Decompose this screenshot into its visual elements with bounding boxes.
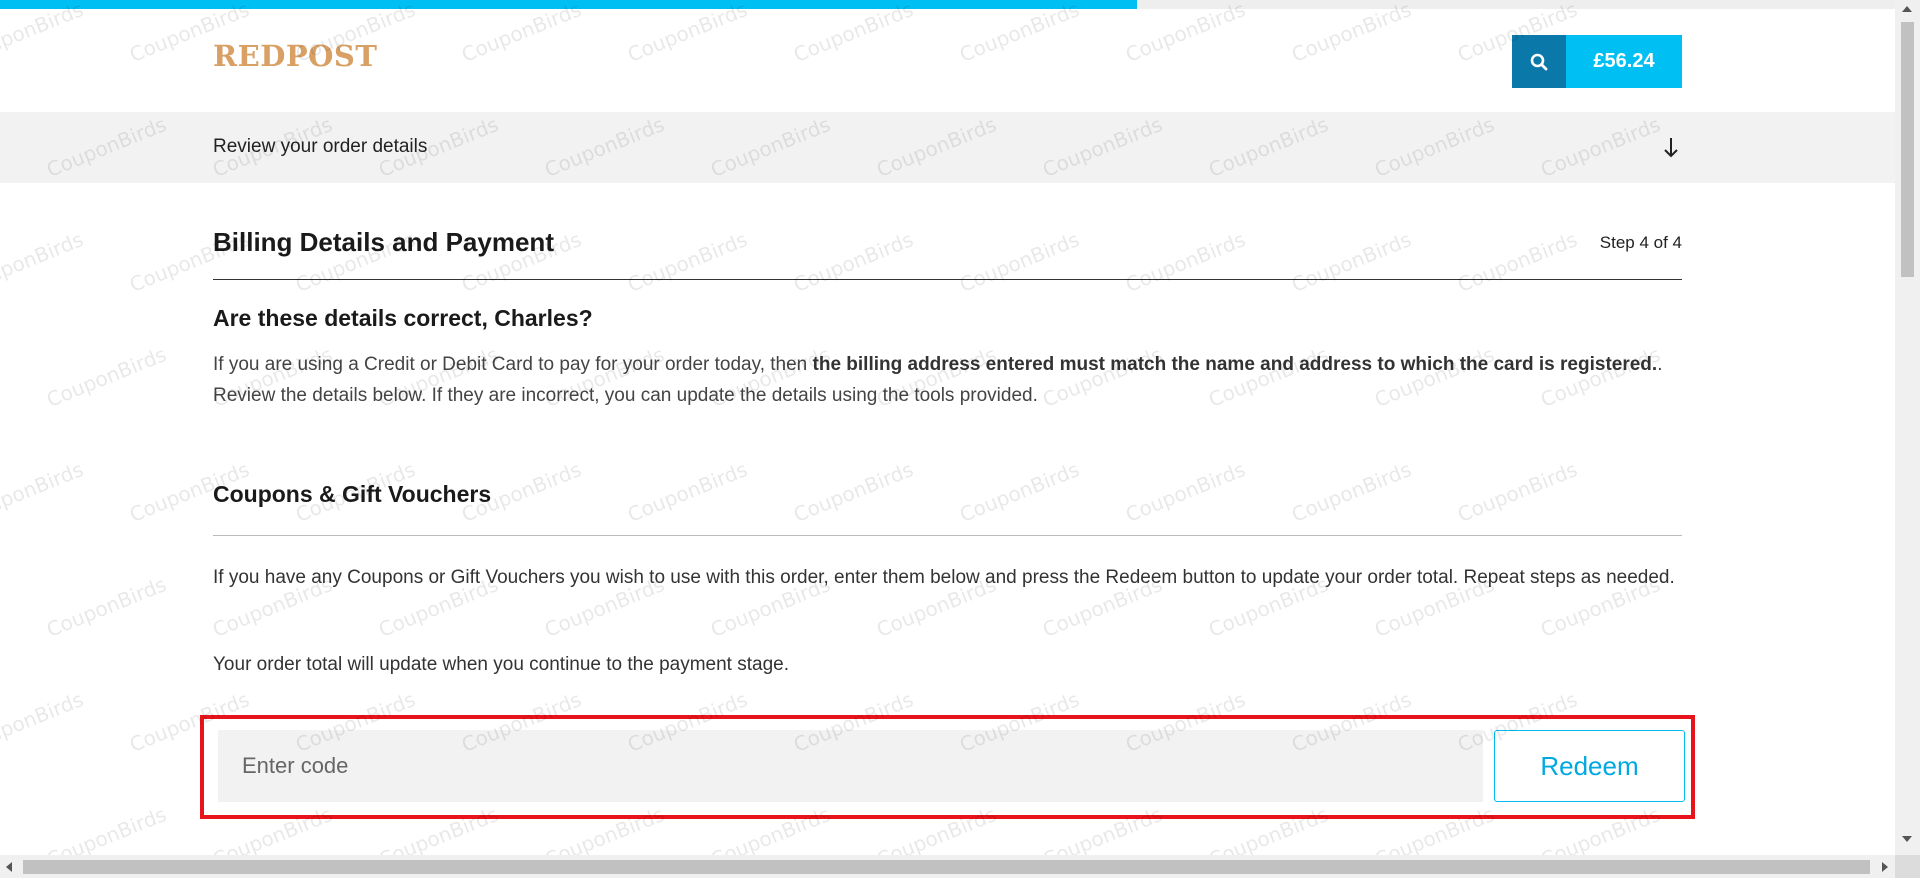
billing-instructions-prefix: If you are using a Credit or Debit Card …: [213, 354, 813, 375]
scroll-right-arrow-icon[interactable]: [1882, 862, 1888, 872]
cart-total-button[interactable]: £56.24: [1566, 35, 1682, 88]
billing-title: Billing Details and Payment: [213, 227, 554, 257]
coupons-title: Coupons & Gift Vouchers: [213, 481, 492, 507]
scroll-down-arrow-icon[interactable]: [1902, 836, 1912, 842]
progress-track: [0, 0, 1895, 9]
horizontal-scrollbar[interactable]: [0, 855, 1895, 878]
scroll-left-arrow-icon[interactable]: [6, 862, 12, 872]
order-total-note: Your order total will update when you co…: [213, 654, 790, 675]
coupon-code-input[interactable]: [218, 730, 1483, 802]
step-indicator: Step 4 of 4: [1599, 233, 1682, 252]
watermark-text: CouponBirds: [43, 572, 170, 642]
horizontal-scroll-thumb[interactable]: [23, 860, 1870, 874]
coupon-redeem-form: Redeem: [200, 715, 1695, 819]
watermark-text: CouponBirds: [43, 342, 170, 412]
redeem-button[interactable]: Redeem: [1494, 730, 1685, 802]
review-order-label: Review your order details: [213, 136, 428, 157]
vertical-scroll-thumb[interactable]: [1901, 22, 1914, 277]
search-button[interactable]: [1512, 35, 1566, 88]
watermark-text: CouponBirds: [0, 687, 87, 757]
coupons-section-header: Coupons & Gift Vouchers: [213, 481, 1682, 536]
watermark-text: CouponBirds: [0, 227, 87, 297]
billing-instructions: If you are using a Credit or Debit Card …: [213, 349, 1682, 411]
scrollbar-corner: [1895, 855, 1920, 878]
billing-instructions-bold: the billing address entered must match t…: [812, 354, 1658, 375]
site-header: REDPOST £56.24: [0, 9, 1895, 112]
watermark-text: CouponBirds: [0, 457, 87, 527]
search-icon: [1530, 53, 1548, 70]
billing-section-header: Billing Details and Payment Step 4 of 4: [213, 227, 1682, 280]
details-question: Are these details correct, Charles?: [213, 305, 593, 331]
arrow-down-icon[interactable]: [1658, 131, 1684, 161]
review-order-bar[interactable]: Review your order details: [0, 112, 1895, 183]
scroll-up-arrow-icon[interactable]: [1902, 6, 1912, 12]
coupons-instructions: If you have any Coupons or Gift Vouchers…: [213, 567, 1675, 588]
progress-fill: [0, 0, 1137, 9]
redpost-logo[interactable]: REDPOST: [213, 39, 377, 73]
vertical-scrollbar[interactable]: [1895, 0, 1920, 855]
